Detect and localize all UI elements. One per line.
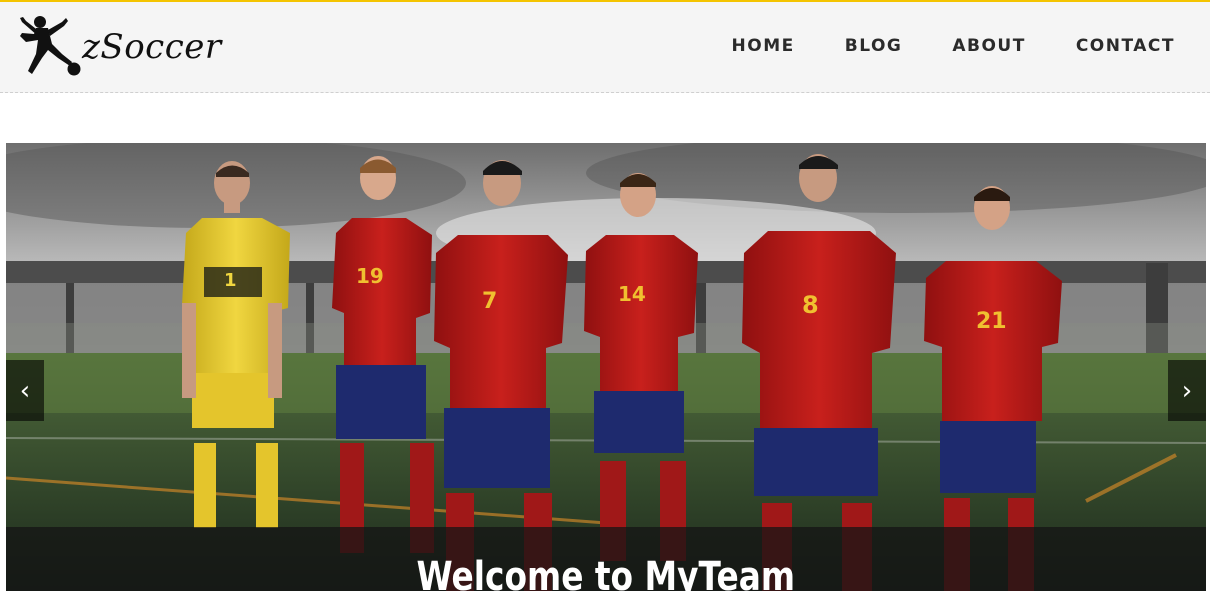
slide-caption: Welcome to MyTeam	[416, 554, 796, 591]
svg-text:8: 8	[802, 291, 819, 319]
nav-contact[interactable]: CONTACT	[1076, 36, 1175, 56]
slider-prev-button[interactable]: ‹	[6, 360, 44, 421]
slide-caption-bar: Welcome to MyTeam	[6, 527, 1206, 591]
nav-about[interactable]: ABOUT	[952, 36, 1025, 56]
svg-text:7: 7	[482, 289, 497, 314]
site-header: zSoccer HOME BLOG ABOUT CONTACT	[0, 2, 1210, 93]
nav-home[interactable]: HOME	[732, 36, 795, 56]
svg-text:19: 19	[356, 264, 384, 288]
site-logo[interactable]: zSoccer	[18, 14, 222, 80]
chevron-right-icon: ›	[1181, 375, 1193, 406]
slider-next-button[interactable]: ›	[1168, 360, 1206, 421]
logo-text: zSoccer	[82, 27, 222, 67]
hero-slider: 1 19 7 14 8 21 ‹ › Welcome to MyTeam	[6, 143, 1206, 591]
chevron-left-icon: ‹	[19, 375, 31, 406]
svg-text:21: 21	[976, 309, 1007, 334]
main-nav: HOME BLOG ABOUT CONTACT	[732, 36, 1175, 56]
team-photo: 1 19 7 14 8 21	[6, 143, 1206, 591]
soccer-player-icon	[20, 16, 81, 76]
svg-text:14: 14	[618, 282, 646, 306]
svg-text:1: 1	[224, 270, 237, 291]
nav-blog[interactable]: BLOG	[845, 36, 903, 56]
